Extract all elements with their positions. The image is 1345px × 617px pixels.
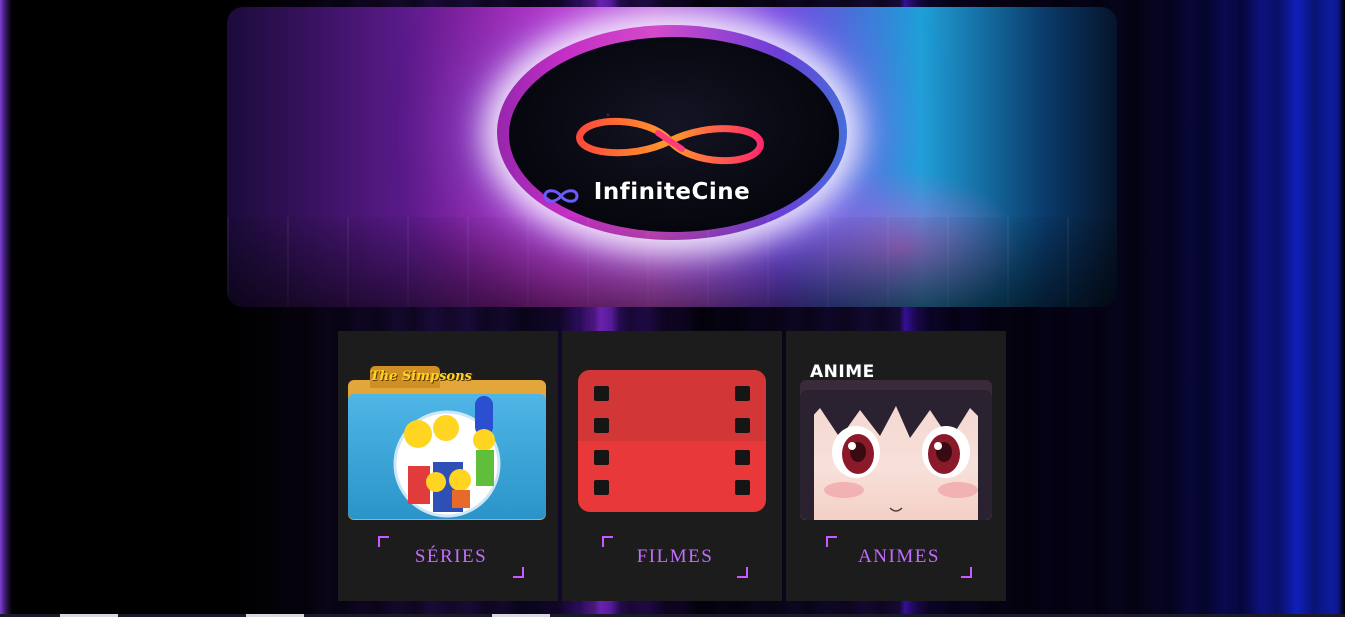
category-cards: The Simpsons SÉRIES FILMES ANIME ANIMES [338, 331, 1006, 601]
filmes-label: FILMES [636, 546, 714, 567]
anime-folder-icon: ANIME [800, 362, 1000, 521]
corner-bracket [961, 567, 972, 578]
anime-face-art [800, 390, 992, 520]
brand-name: InfiniteCine [593, 179, 751, 205]
folder-front [800, 390, 992, 520]
animes-label-frame: ANIMES [826, 536, 972, 578]
hero-banner: InfiniteCine [227, 7, 1117, 307]
simpsons-family-art [393, 396, 501, 518]
card-filmes[interactable]: FILMES [562, 331, 782, 601]
corner-bracket [737, 567, 748, 578]
folder-title: ANIME [810, 362, 875, 382]
folder-front [348, 394, 546, 519]
card-series[interactable]: The Simpsons SÉRIES [338, 331, 558, 601]
animes-label: ANIMES [858, 546, 940, 567]
infinity-logo-icon [576, 117, 764, 165]
series-label: SÉRIES [414, 546, 488, 567]
folder-title: The Simpsons [370, 369, 472, 384]
film-strip-art [578, 370, 766, 512]
simpsons-folder-icon: The Simpsons [348, 366, 548, 521]
filmes-label-frame: FILMES [602, 536, 748, 578]
card-animes[interactable]: ANIME ANIMES [786, 331, 1006, 601]
series-label-frame: SÉRIES [378, 536, 524, 578]
film-strip-icon [572, 366, 772, 521]
corner-bracket [513, 567, 524, 578]
